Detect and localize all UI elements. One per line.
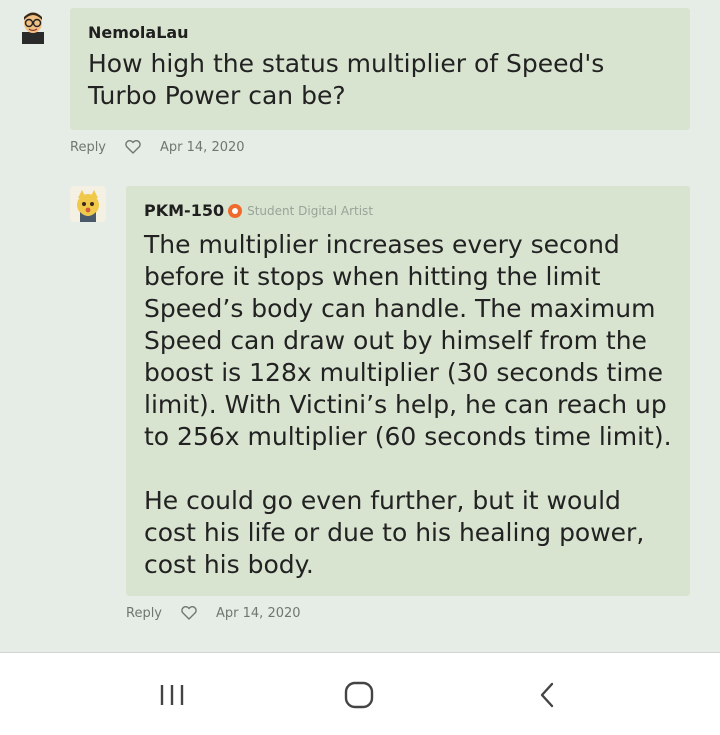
reply-button[interactable]: Reply (126, 606, 162, 621)
comment-text: The multiplier increases every second be… (144, 230, 672, 579)
back-icon[interactable] (529, 677, 565, 713)
comment-date: Apr 14, 2020 (160, 139, 245, 155)
reply-button[interactable]: Reply (70, 140, 106, 155)
comment-author[interactable]: NemolaLau (88, 23, 189, 42)
comment-meta: Reply Apr 14, 2020 (126, 605, 301, 621)
user-title: Student Digital Artist (247, 203, 374, 218)
avatar-cartoon-icon (22, 12, 44, 44)
reply-bubble: PKM-150 Student Digital Artist The multi… (126, 186, 690, 596)
comment-author[interactable]: PKM-150 (144, 201, 224, 220)
user-avatar-pkm-150[interactable] (70, 186, 106, 222)
user-avatar-nemolalau[interactable] (18, 8, 48, 44)
comment-text: How high the status multiplier of Speed'… (88, 49, 605, 110)
avatar-artwork-icon (70, 186, 106, 222)
heart-icon[interactable] (124, 139, 142, 155)
system-nav-bar (0, 652, 720, 735)
comment-meta: Reply Apr 14, 2020 (70, 139, 245, 155)
comment-bubble: NemolaLau How high the status multiplier… (70, 8, 690, 130)
recent-apps-icon[interactable] (154, 677, 190, 713)
author-row: PKM-150 Student Digital Artist (144, 201, 373, 220)
comment-thread-screen: NemolaLau How high the status multiplier… (0, 0, 720, 735)
badge-icon (228, 203, 243, 218)
comment-date: Apr 14, 2020 (216, 605, 301, 621)
heart-icon[interactable] (180, 605, 198, 621)
home-icon[interactable] (341, 677, 377, 713)
